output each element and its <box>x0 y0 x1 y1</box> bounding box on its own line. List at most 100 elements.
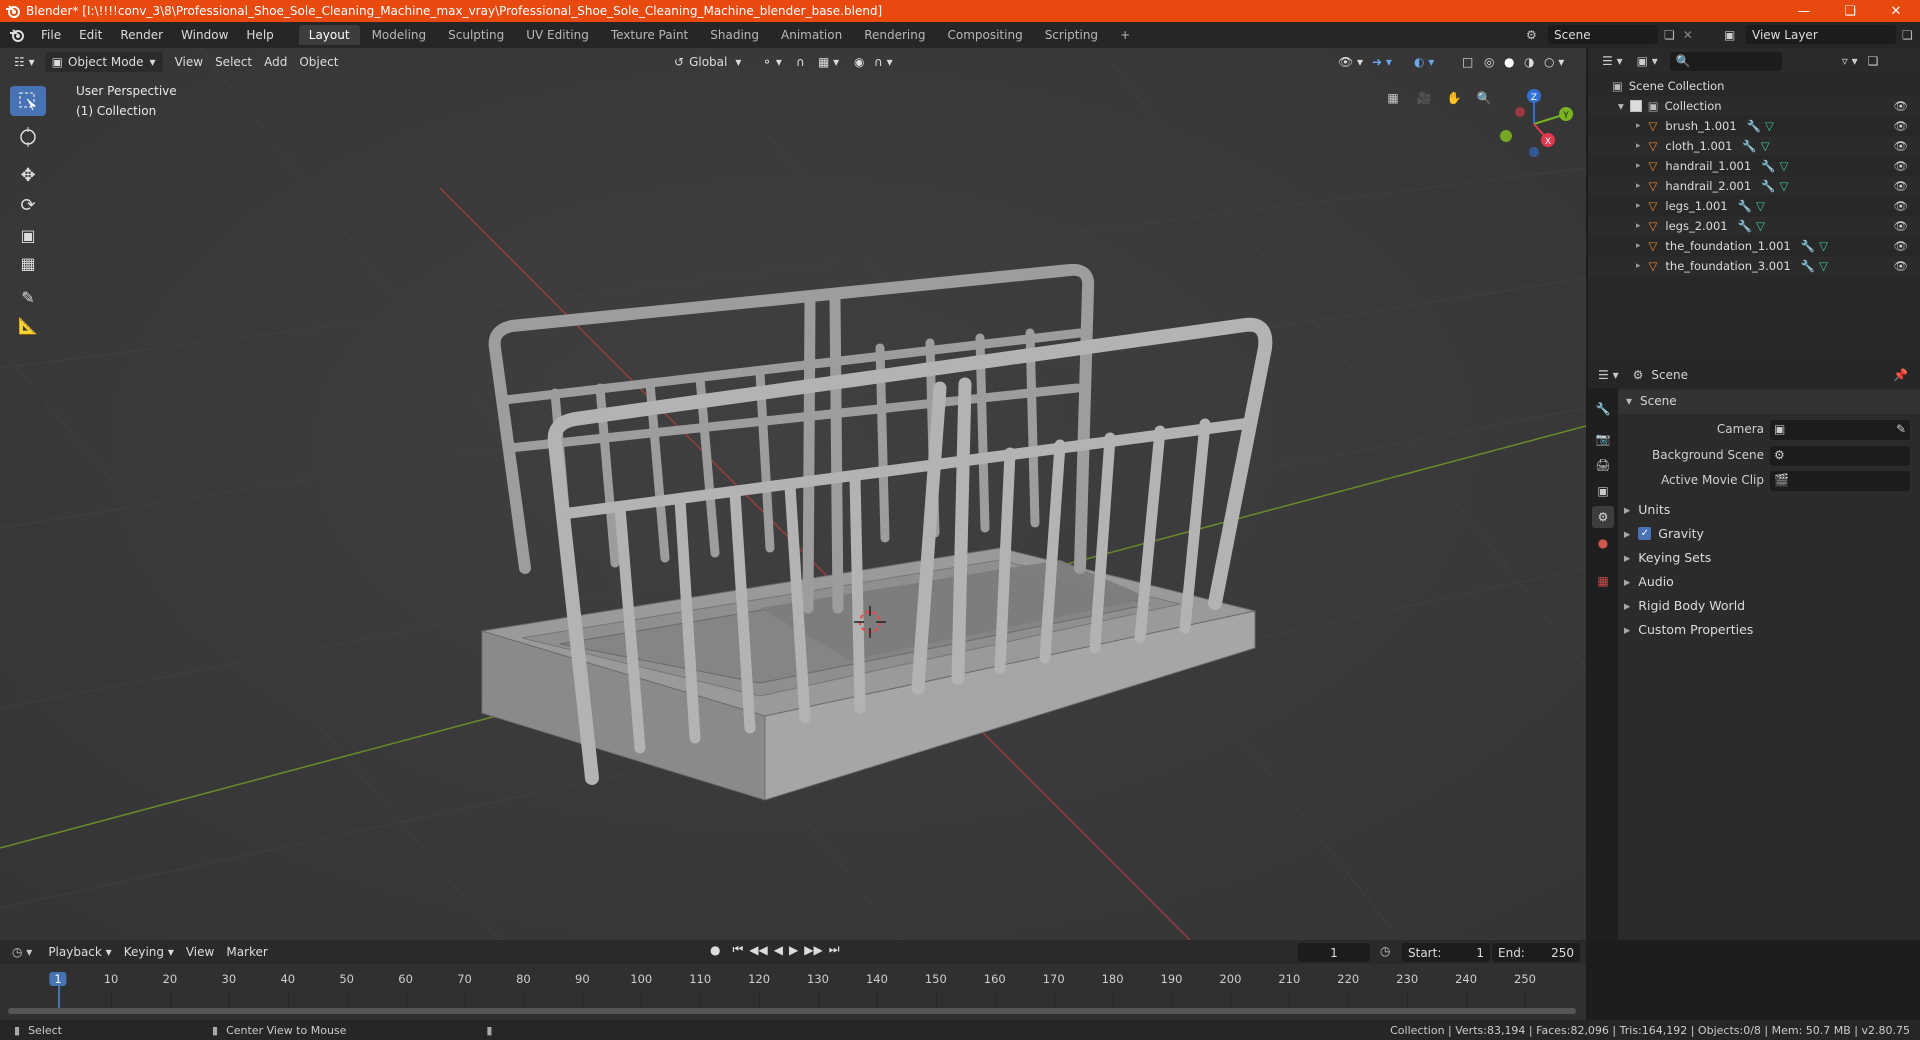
tab-rendering[interactable]: Rendering <box>854 25 935 45</box>
expand-arrow-icon[interactable]: ▸ <box>1636 201 1641 211</box>
orientation-dropdown[interactable]: ↺ Global ▾ <box>668 52 747 72</box>
view-layer-field[interactable]: View Layer <box>1746 25 1896 44</box>
keying-menu[interactable]: Keying ▾ <box>118 942 180 962</box>
mesh-data-icon[interactable]: ▽ <box>1819 259 1828 273</box>
expand-arrow-icon[interactable]: ▸ <box>1636 141 1641 151</box>
collection-checkbox[interactable] <box>1629 100 1642 112</box>
scene-selector-icon[interactable]: ⚙ <box>1526 28 1548 42</box>
modifier-icon[interactable]: 🔧 <box>1801 259 1815 273</box>
mode-dropdown[interactable]: ▣ Object Mode ▾ <box>44 52 163 72</box>
mesh-data-icon[interactable]: ▽ <box>1756 219 1765 233</box>
menu-render[interactable]: Render <box>111 28 172 42</box>
scene-panel-header[interactable]: ▾ Scene <box>1618 390 1920 414</box>
toggle-grid-view-icon[interactable]: ▦ <box>1381 86 1405 110</box>
texture-tab-icon[interactable]: ▦ <box>1592 570 1614 592</box>
properties-editor-icon[interactable]: ☰ ▾ <box>1598 368 1619 382</box>
new-view-layer-icon[interactable]: ❏ <box>1902 28 1913 42</box>
play-icon[interactable]: ▶ <box>789 943 798 957</box>
view-menu[interactable]: View <box>169 52 209 72</box>
render-tab-icon[interactable]: 📷 <box>1592 428 1614 450</box>
minimize-button[interactable]: — <box>1781 0 1827 22</box>
menu-help[interactable]: Help <box>237 28 282 42</box>
navigation-gizmo[interactable]: Z Y X <box>1494 84 1576 166</box>
mesh-data-icon[interactable]: ▽ <box>1779 179 1788 193</box>
timeline-scrollbar[interactable] <box>8 1008 1576 1014</box>
outliner-row-object[interactable]: ▸ ▽ handrail_1.001 🔧 ▽ 👁 <box>1588 156 1920 176</box>
editor-type-icon[interactable]: ☷ ▾ <box>8 52 41 72</box>
outliner-editor-icon[interactable]: ☰ ▾ <box>1602 54 1623 68</box>
tab-sculpting[interactable]: Sculpting <box>438 25 514 45</box>
marker-menu[interactable]: Marker <box>220 942 273 962</box>
tab-compositing[interactable]: Compositing <box>937 25 1032 45</box>
outliner-row-object[interactable]: ▸ ▽ legs_2.001 🔧 ▽ 👁 <box>1588 216 1920 236</box>
clock-icon[interactable]: ◷ <box>1380 944 1390 958</box>
menu-edit[interactable]: Edit <box>70 28 111 42</box>
pin-icon[interactable]: 📌 <box>1893 368 1908 382</box>
visibility-icon[interactable]: 👁 ▾ <box>1332 52 1369 72</box>
pan-view-icon[interactable]: ✋ <box>1442 86 1466 110</box>
modifier-icon[interactable]: 🔧 <box>1738 199 1752 213</box>
timeline-editor-icon[interactable]: ◷ ▾ <box>12 945 32 959</box>
record-icon[interactable]: ● <box>710 943 720 957</box>
eye-icon[interactable]: 👁 <box>1893 259 1908 273</box>
outliner-row-scene-collection[interactable]: ▣ Scene Collection <box>1588 76 1920 96</box>
expand-arrow-icon[interactable]: ▸ <box>1636 261 1641 271</box>
mesh-data-icon[interactable]: ▽ <box>1756 199 1765 213</box>
units-subpanel[interactable]: ▸ Units <box>1624 498 1670 520</box>
display-mode-icon[interactable]: ▣ ▾ <box>1637 54 1658 68</box>
gizmo-toggle-icon[interactable]: ➜ ▾ <box>1366 52 1398 72</box>
eye-icon[interactable]: 👁 <box>1893 199 1908 213</box>
menu-file[interactable]: File <box>32 28 70 42</box>
eye-icon[interactable]: 👁 <box>1893 179 1908 193</box>
outliner-row-object[interactable]: ▸ ▽ handrail_2.001 🔧 ▽ 👁 <box>1588 176 1920 196</box>
filter-icon[interactable]: ▿ ▾ <box>1842 54 1858 68</box>
tab-uv-editing[interactable]: UV Editing <box>516 25 599 45</box>
next-keyframe-icon[interactable]: ▶▶ <box>804 943 822 957</box>
mesh-data-icon[interactable]: ▽ <box>1765 119 1774 133</box>
eyedropper-icon[interactable]: ✎ <box>1896 422 1906 436</box>
snap-target-icon[interactable]: ▦ ▾ <box>812 52 845 72</box>
expand-arrow-icon[interactable]: ▸ <box>1636 161 1641 171</box>
camera-view-icon[interactable]: 🎥 <box>1412 86 1436 110</box>
expand-arrow-icon[interactable]: ▸ <box>1636 181 1641 191</box>
new-scene-icon[interactable]: ❏ <box>1664 28 1675 42</box>
eye-icon[interactable]: 👁 <box>1893 139 1908 153</box>
blender-menu-icon[interactable] <box>6 26 28 44</box>
keying-sets-subpanel[interactable]: ▸ Keying Sets <box>1624 546 1711 568</box>
tab-animation[interactable]: Animation <box>771 25 852 45</box>
eye-icon[interactable]: 👁 <box>1893 219 1908 233</box>
3d-viewport[interactable]: ☷ ▾ ▣ Object Mode ▾ View Select Add Object… <box>0 48 1586 940</box>
snap-icon[interactable]: ∩ <box>790 52 811 72</box>
modifier-icon[interactable]: 🔧 <box>1747 119 1761 133</box>
mesh-data-icon[interactable]: ▽ <box>1779 159 1788 173</box>
move-tool-icon[interactable]: ✥ <box>10 160 46 190</box>
modifier-icon[interactable]: 🔧 <box>1738 219 1752 233</box>
tool-tab-icon[interactable]: 🔧 <box>1592 398 1614 420</box>
cursor-tool-icon[interactable] <box>10 122 46 152</box>
scene-tab-icon[interactable]: ⚙ <box>1592 506 1614 528</box>
mesh-data-icon[interactable]: ▽ <box>1761 139 1770 153</box>
new-collection-icon[interactable]: ❏ <box>1868 54 1879 68</box>
measure-tool-icon[interactable]: 📐 <box>10 310 46 340</box>
collapse-arrow-icon[interactable]: ▾ <box>1618 99 1624 113</box>
overlays-toggle-icon[interactable]: ◐ ▾ <box>1408 52 1440 72</box>
tab-modeling[interactable]: Modeling <box>362 25 437 45</box>
active-movie-clip-field[interactable]: 🎬 <box>1770 471 1910 491</box>
select-menu[interactable]: Select <box>209 52 258 72</box>
transform-tool-icon[interactable]: ▦ <box>10 248 46 278</box>
view-layer-tab-icon[interactable]: ▣ <box>1592 480 1614 502</box>
eye-icon[interactable]: 👁 <box>1893 239 1908 253</box>
outliner-row-object[interactable]: ▸ ▽ the_foundation_3.001 🔧 ▽ 👁 <box>1588 256 1920 276</box>
eye-icon[interactable]: 👁 <box>1893 159 1908 173</box>
end-frame-field[interactable]: End: 250 <box>1492 943 1580 962</box>
modifier-icon[interactable]: 🔧 <box>1761 179 1775 193</box>
prev-keyframe-icon[interactable]: ◀◀ <box>749 943 767 957</box>
expand-arrow-icon[interactable]: ▸ <box>1636 241 1641 251</box>
jump-end-icon[interactable]: ⏭ <box>829 942 840 957</box>
playback-menu[interactable]: Playback ▾ <box>42 942 117 962</box>
outliner-row-object[interactable]: ▸ ▽ the_foundation_1.001 🔧 ▽ 👁 <box>1588 236 1920 256</box>
rendered-shading-icon[interactable]: ○ ▾ <box>1538 52 1570 72</box>
scale-tool-icon[interactable]: ▣ <box>10 220 46 250</box>
zoom-view-icon[interactable]: 🔍 <box>1472 86 1496 110</box>
outliner-row-collection[interactable]: ▾ ▣ Collection 👁 <box>1588 96 1920 116</box>
